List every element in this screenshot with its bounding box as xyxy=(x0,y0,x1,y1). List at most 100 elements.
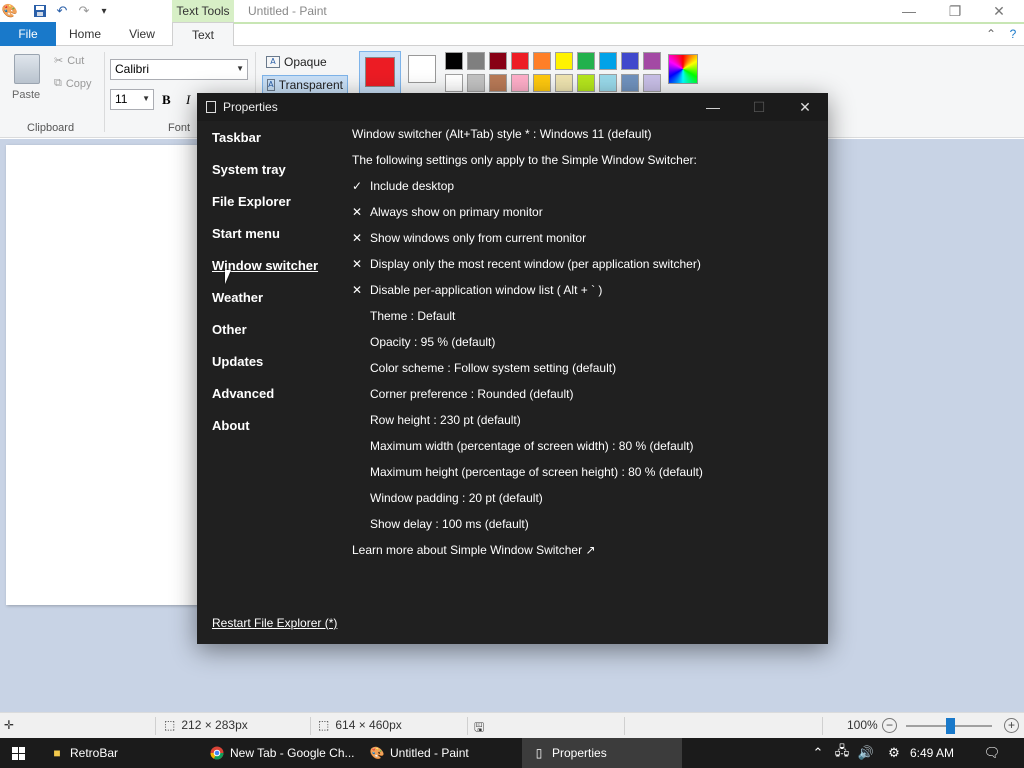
nav-item-other[interactable]: Other xyxy=(212,322,247,337)
taskbar-clock[interactable]: 6:49 AM xyxy=(910,746,954,760)
paint-app-icon[interactable]: 🎨 xyxy=(2,3,18,19)
palette-swatch[interactable] xyxy=(599,52,617,70)
redo-icon[interactable]: ↷ xyxy=(76,3,92,19)
setting-row[interactable]: Opacity : 95 % (default) xyxy=(352,335,495,349)
start-button[interactable] xyxy=(0,738,36,768)
maximize-icon[interactable]: ☐ xyxy=(736,93,782,121)
nav-item-file-explorer[interactable]: File Explorer xyxy=(212,194,291,209)
palette-swatch[interactable] xyxy=(533,74,551,92)
palette-swatch[interactable] xyxy=(643,74,661,92)
font-family-value: Calibri xyxy=(115,62,150,76)
taskbar-item-chrome[interactable]: New Tab - Google Ch... xyxy=(200,738,358,768)
transparent-button[interactable]: A Transparent xyxy=(262,75,348,95)
italic-button[interactable]: I xyxy=(186,92,190,108)
chevron-up-icon[interactable]: ⌃ xyxy=(808,738,828,768)
palette-swatch[interactable] xyxy=(489,74,507,92)
setting-row[interactable]: ✕ Show windows only from current monitor xyxy=(352,231,586,245)
copy-button[interactable]: ⧉ Copy xyxy=(54,77,92,90)
bold-button[interactable]: B xyxy=(162,92,171,108)
nav-item-start-menu[interactable]: Start menu xyxy=(212,226,280,241)
palette-swatch[interactable] xyxy=(445,52,463,70)
taskbar-item-retrobar[interactable]: ■ RetroBar xyxy=(40,738,202,768)
volume-icon[interactable]: 🔊 xyxy=(856,738,876,768)
setting-row[interactable]: Maximum width (percentage of screen widt… xyxy=(352,439,693,453)
setting-row[interactable]: Maximum height (percentage of screen hei… xyxy=(352,465,703,479)
opaque-button[interactable]: A Opaque xyxy=(262,53,331,71)
setting-label: Include desktop xyxy=(370,179,455,193)
setting-label: Opacity : 95 % (default) xyxy=(370,335,496,349)
minimize-icon[interactable]: — xyxy=(886,0,932,22)
collapse-ribbon-icon[interactable]: ⌃ xyxy=(982,22,1000,46)
taskbar-item-properties[interactable]: ▯ Properties xyxy=(522,738,682,768)
palette-swatch[interactable] xyxy=(445,74,463,92)
gear-icon[interactable]: ⚙ xyxy=(884,738,904,768)
setting-row[interactable]: Theme : Default xyxy=(352,309,455,323)
save-icon[interactable] xyxy=(32,3,48,19)
setting-row[interactable]: Row height : 230 pt (default) xyxy=(352,413,521,427)
properties-title-bar[interactable]: Properties — ☐ ✕ xyxy=(197,93,828,121)
palette-swatch[interactable] xyxy=(489,52,507,70)
nav-item-taskbar[interactable]: Taskbar xyxy=(212,130,261,145)
color2-selector[interactable] xyxy=(408,55,436,83)
palette-swatch[interactable] xyxy=(621,52,639,70)
palette-swatch[interactable] xyxy=(621,74,639,92)
palette-swatch[interactable] xyxy=(467,52,485,70)
setting-row[interactable]: Color scheme : Follow system setting (de… xyxy=(352,361,616,375)
close-icon[interactable]: ✕ xyxy=(976,0,1022,22)
font-family-select[interactable]: Calibri ▼ xyxy=(110,59,248,80)
tab-view[interactable]: View xyxy=(118,22,166,46)
nav-item-weather[interactable]: Weather xyxy=(212,290,263,305)
setting-row[interactable]: Corner preference : Rounded (default) xyxy=(352,387,573,401)
setting-row[interactable]: Show delay : 100 ms (default) xyxy=(352,517,529,531)
undo-icon[interactable]: ↶ xyxy=(54,3,70,19)
network-icon[interactable]: 🖧 xyxy=(832,738,852,768)
tab-home[interactable]: Home xyxy=(60,22,110,46)
restart-file-explorer-link[interactable]: Restart File Explorer (*) xyxy=(212,616,337,630)
setting-row[interactable]: ✕ Always show on primary monitor xyxy=(352,205,543,219)
cut-button[interactable]: ✂ Cut xyxy=(54,54,84,68)
setting-row[interactable]: ✕ Disable per-application window list ( A… xyxy=(352,283,602,297)
nav-item-system-tray[interactable]: System tray xyxy=(212,162,286,177)
paste-icon[interactable] xyxy=(14,54,40,84)
palette-swatch[interactable] xyxy=(511,52,529,70)
opaque-label: Opaque xyxy=(284,55,327,69)
zoom-out-button[interactable]: − xyxy=(882,718,897,733)
help-icon[interactable]: ? xyxy=(1004,22,1022,46)
notifications-icon[interactable]: 🗨 xyxy=(980,738,1004,768)
setting-row[interactable]: The following settings only apply to the… xyxy=(352,153,697,167)
setting-row[interactable]: Window switcher (Alt+Tab) style * : Wind… xyxy=(352,127,652,141)
setting-row[interactable]: ✕ Display only the most recent window (pe… xyxy=(352,257,701,271)
font-size-select[interactable]: 11 ▼ xyxy=(110,89,154,110)
tab-text[interactable]: Text xyxy=(172,22,234,47)
palette-swatch[interactable] xyxy=(511,74,529,92)
palette-swatch[interactable] xyxy=(467,74,485,92)
taskbar-item-paint[interactable]: 🎨 Untitled - Paint xyxy=(360,738,520,768)
setting-row[interactable]: Window padding : 20 pt (default) xyxy=(352,491,543,505)
palette-swatch[interactable] xyxy=(599,74,617,92)
close-icon[interactable]: ✕ xyxy=(782,93,828,121)
tab-file[interactable]: File xyxy=(0,22,56,46)
nav-item-updates[interactable]: Updates xyxy=(212,354,263,369)
learn-more-link[interactable]: Learn more about Simple Window Switcher … xyxy=(352,543,596,557)
palette-swatch[interactable] xyxy=(577,52,595,70)
paste-button[interactable]: Paste xyxy=(12,89,40,101)
palette-swatch[interactable] xyxy=(533,52,551,70)
palette-swatch[interactable] xyxy=(577,74,595,92)
palette-swatch[interactable] xyxy=(643,52,661,70)
customize-quick-access-icon[interactable]: ▾ xyxy=(96,3,112,19)
setting-row[interactable]: ✓ Include desktop xyxy=(352,179,454,193)
palette-swatch[interactable] xyxy=(555,52,573,70)
nav-item-about[interactable]: About xyxy=(212,418,250,433)
edit-colors-icon[interactable] xyxy=(668,54,698,84)
minimize-icon[interactable]: — xyxy=(690,93,736,121)
status-bar: ✛ ⬚ 212 × 283px ⬚ 614 × 460px 🖫 100% − + xyxy=(0,712,1024,738)
nav-item-advanced[interactable]: Advanced xyxy=(212,386,274,401)
cross-icon: ✕ xyxy=(352,283,363,297)
color1-selector[interactable] xyxy=(359,51,401,97)
transparent-icon: A xyxy=(267,79,275,91)
chrome-icon xyxy=(210,746,224,760)
zoom-in-button[interactable]: + xyxy=(1004,718,1019,733)
palette-swatch[interactable] xyxy=(555,74,573,92)
zoom-slider-thumb[interactable] xyxy=(946,718,955,734)
restore-icon[interactable]: ❐ xyxy=(932,0,978,22)
